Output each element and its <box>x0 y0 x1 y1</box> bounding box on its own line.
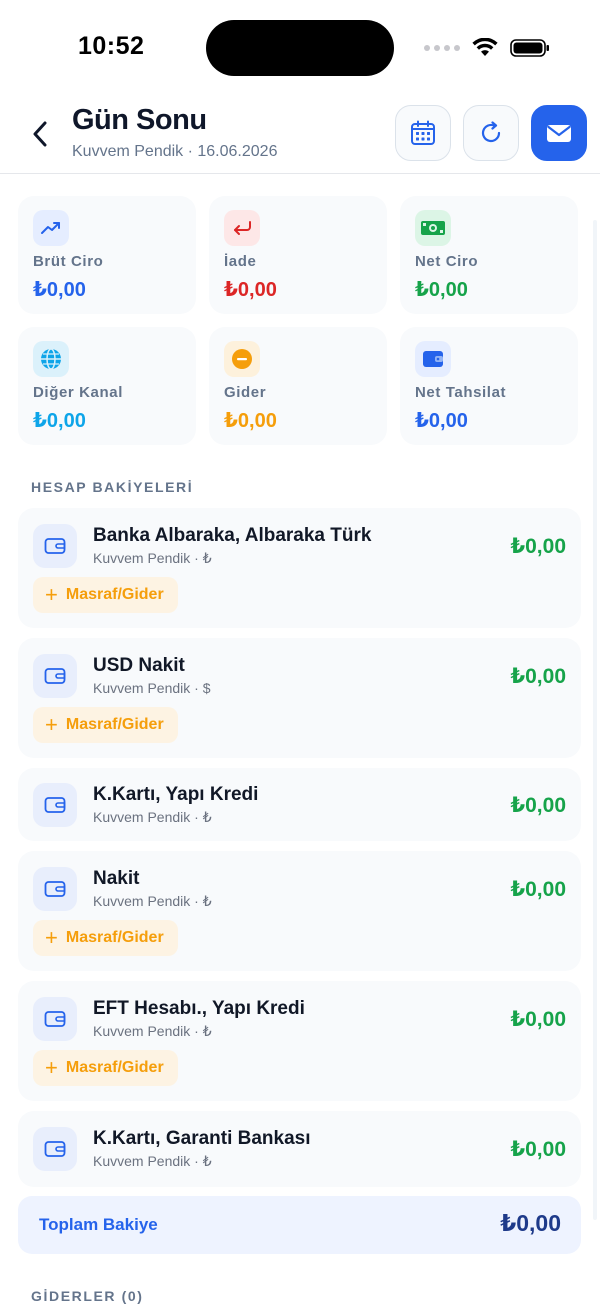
add-expense-label: Masraf/Gider <box>65 586 164 603</box>
add-expense-button[interactable]: + Masraf/Gider <box>33 707 178 743</box>
account-subtitle: Kuvvem Pendik · ₺ <box>93 1153 212 1169</box>
stat-card-gider: Gider ₺0,00 <box>209 327 387 445</box>
stat-card-diger-kanal: Diğer Kanal ₺0,00 <box>18 327 196 445</box>
dynamic-island <box>206 20 394 76</box>
account-subtitle: Kuvvem Pendik · ₺ <box>93 550 212 566</box>
add-expense-button[interactable]: + Masraf/Gider <box>33 920 178 956</box>
summary-grid: Brüt Ciro ₺0,00 İade ₺0,00 Net Ciro ₺0,0… <box>18 196 580 445</box>
account-card[interactable]: EFT Hesabı., Yapı Kredi Kuvvem Pendik · … <box>18 981 581 1101</box>
wallet-icon <box>33 524 77 568</box>
stat-card-brut-ciro: Brüt Ciro ₺0,00 <box>18 196 196 314</box>
calendar-button[interactable] <box>395 105 451 161</box>
account-name: K.Kartı, Yapı Kredi <box>93 784 259 805</box>
globe-icon <box>33 341 69 377</box>
account-card[interactable]: USD Nakit Kuvvem Pendik · $ ₺0,00 + Masr… <box>18 638 581 758</box>
stat-value: ₺0,00 <box>33 279 86 301</box>
minus-circle-icon <box>224 341 260 377</box>
total-balance-label: Toplam Bakiye <box>39 1215 158 1234</box>
return-arrow-icon <box>224 210 260 246</box>
stat-card-net-ciro: Net Ciro ₺0,00 <box>400 196 578 314</box>
refresh-icon <box>481 121 501 143</box>
plus-icon: + <box>45 925 58 950</box>
stat-label: Brüt Ciro <box>33 253 104 270</box>
account-balance: ₺0,00 <box>510 1008 566 1031</box>
status-icons <box>424 38 550 58</box>
account-card[interactable]: Banka Albaraka, Albaraka Türk Kuvvem Pen… <box>18 508 581 628</box>
account-balance: ₺0,00 <box>510 1138 566 1161</box>
account-balance: ₺0,00 <box>510 878 566 901</box>
stat-value: ₺0,00 <box>224 279 277 301</box>
add-expense-label: Masraf/Gider <box>65 1059 164 1076</box>
stat-value: ₺0,00 <box>415 279 468 301</box>
stat-label: Diğer Kanal <box>33 384 123 401</box>
stat-label: İade <box>224 253 257 270</box>
scrollbar[interactable] <box>593 220 597 1220</box>
account-name: K.Kartı, Garanti Bankası <box>93 1128 311 1149</box>
status-bar: 10:52 <box>0 0 600 96</box>
account-balance: ₺0,00 <box>510 535 566 558</box>
page-title: Gün Sonu <box>72 104 207 136</box>
wallet-icon <box>33 783 77 827</box>
expenses-section-title: GİDERLER (0) <box>31 1288 144 1304</box>
wallet-icon <box>33 867 77 911</box>
account-card[interactable]: K.Kartı, Yapı Kredi Kuvvem Pendik · ₺ ₺0… <box>18 768 581 841</box>
account-name: Banka Albaraka, Albaraka Türk <box>93 525 372 546</box>
account-balance: ₺0,00 <box>510 794 566 817</box>
stat-value: ₺0,00 <box>224 410 277 432</box>
accounts-section-title: HESAP BAKİYELERİ <box>31 479 194 495</box>
stat-label: Net Tahsilat <box>415 384 507 401</box>
battery-icon <box>510 39 549 57</box>
wallet-icon <box>415 341 451 377</box>
wallet-icon <box>33 654 77 698</box>
plus-icon: + <box>45 1055 58 1080</box>
stat-card-iade: İade ₺0,00 <box>209 196 387 314</box>
account-name: Nakit <box>93 868 140 889</box>
mail-button[interactable] <box>531 105 587 161</box>
status-time: 10:52 <box>78 32 145 60</box>
stat-label: Gider <box>224 384 267 401</box>
account-subtitle: Kuvvem Pendik · ₺ <box>93 809 212 825</box>
refresh-button[interactable] <box>463 105 519 161</box>
stat-value: ₺0,00 <box>415 410 468 432</box>
total-balance-bar: Toplam Bakiye ₺0,00 <box>18 1196 581 1254</box>
plus-icon: + <box>45 712 58 737</box>
account-balance: ₺0,00 <box>510 665 566 688</box>
trending-up-icon <box>33 210 69 246</box>
calendar-icon <box>411 120 435 145</box>
page-subtitle: Kuvvem Pendik · 16.06.2026 <box>72 143 278 160</box>
mail-icon <box>547 125 571 142</box>
back-button[interactable] <box>24 114 56 154</box>
account-name: EFT Hesabı., Yapı Kredi <box>93 998 305 1019</box>
account-subtitle: Kuvvem Pendik · ₺ <box>93 1023 212 1039</box>
add-expense-label: Masraf/Gider <box>65 929 164 946</box>
plus-icon: + <box>45 582 58 607</box>
account-card[interactable]: Nakit Kuvvem Pendik · ₺ ₺0,00 + Masraf/G… <box>18 851 581 971</box>
account-name: USD Nakit <box>93 655 185 676</box>
account-subtitle: Kuvvem Pendik · ₺ <box>93 893 212 909</box>
total-balance-value: ₺0,00 <box>500 1210 561 1236</box>
wifi-icon <box>472 38 498 56</box>
header: Gün Sonu Kuvvem Pendik · 16.06.2026 <box>0 96 600 174</box>
stat-card-net-tahsilat: Net Tahsilat ₺0,00 <box>400 327 578 445</box>
add-expense-label: Masraf/Gider <box>65 716 164 733</box>
wallet-icon <box>33 1127 77 1171</box>
stat-label: Net Ciro <box>415 253 479 270</box>
stat-value: ₺0,00 <box>33 410 86 432</box>
account-card[interactable]: K.Kartı, Garanti Bankası Kuvvem Pendik ·… <box>18 1111 581 1187</box>
account-subtitle: Kuvvem Pendik · $ <box>93 680 211 696</box>
wallet-icon <box>33 997 77 1041</box>
signal-icon <box>424 45 460 51</box>
chevron-left-icon <box>33 121 47 147</box>
add-expense-button[interactable]: + Masraf/Gider <box>33 577 178 613</box>
add-expense-button[interactable]: + Masraf/Gider <box>33 1050 178 1086</box>
banknote-icon <box>415 210 451 246</box>
account-list: Banka Albaraka, Albaraka Türk Kuvvem Pen… <box>18 508 581 1197</box>
